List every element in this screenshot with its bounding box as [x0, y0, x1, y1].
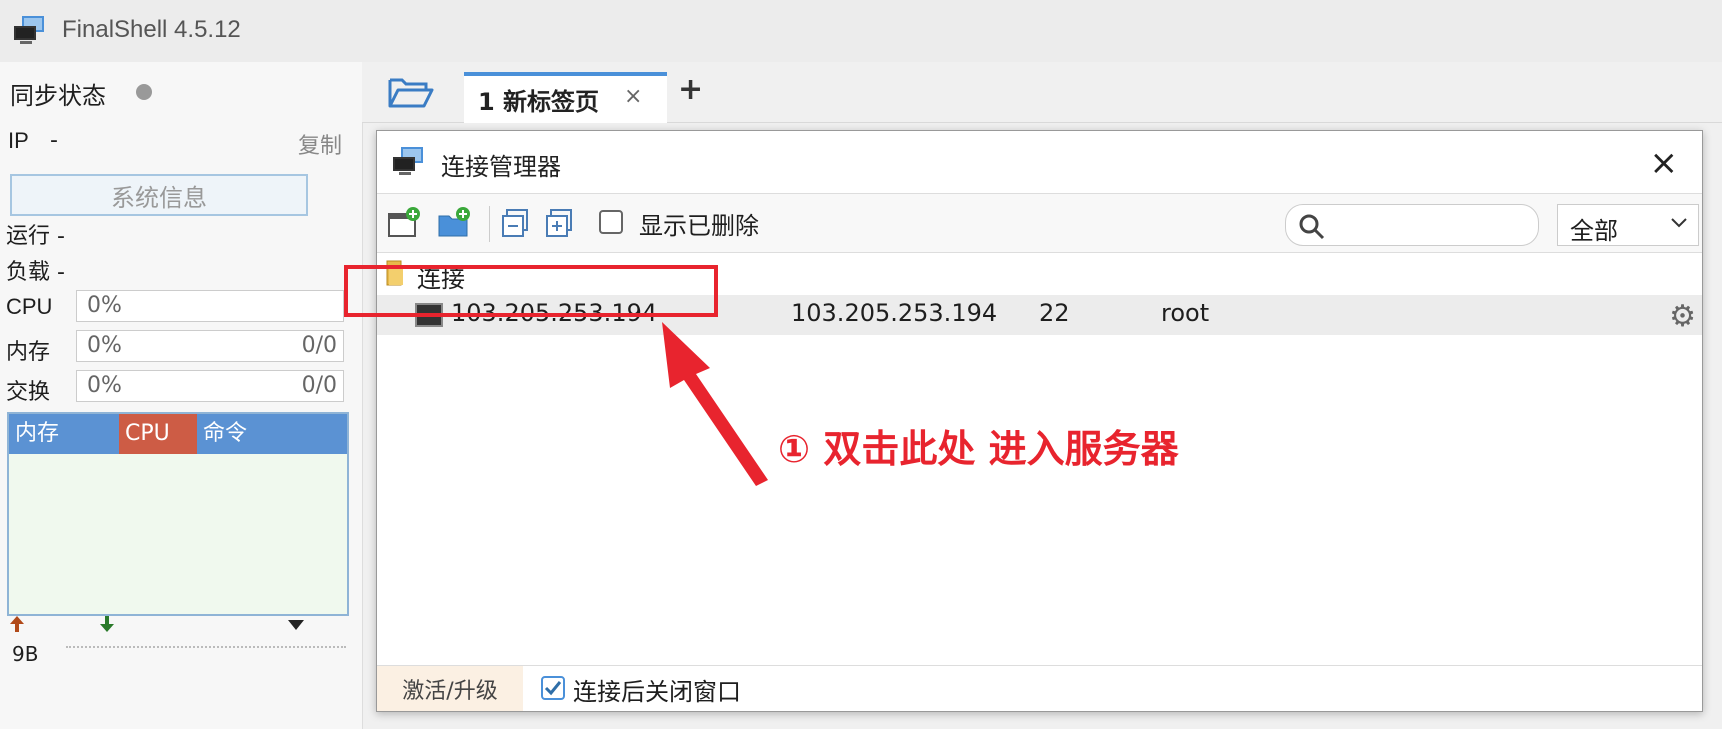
search-icon — [1299, 214, 1325, 240]
memory-percent: 0% — [87, 333, 122, 358]
download-arrow-icon — [100, 616, 114, 632]
filter-select-value: 全部 — [1570, 217, 1618, 245]
filter-select[interactable]: 全部 — [1557, 204, 1699, 246]
close-after-connect-label: 连接后关闭窗口 — [573, 678, 741, 706]
cpu-percent: 0% — [87, 293, 122, 318]
ip-value: - — [50, 128, 58, 153]
title-bar: FinalShell 4.5.12 — [0, 0, 1722, 62]
ip-label: IP — [8, 128, 29, 153]
app-title: FinalShell 4.5.12 — [62, 16, 241, 43]
dialog-toolbar: 显示已删除 全部 — [377, 193, 1702, 253]
upload-arrow-icon — [10, 616, 24, 632]
monitor-tab-memory[interactable]: 内存 — [9, 414, 119, 454]
connection-port: 22 — [1039, 299, 1070, 327]
dialog-title-bar: 连接管理器 × — [377, 131, 1702, 193]
cpu-meter: 0% — [76, 290, 344, 322]
swap-label: 交换 — [6, 380, 51, 405]
activate-upgrade-button[interactable]: 激活/升级 — [377, 666, 523, 711]
close-after-connect-checkbox[interactable] — [541, 676, 565, 700]
swap-meter: 0% 0/0 — [76, 370, 344, 402]
dialog-title: 连接管理器 — [441, 153, 561, 181]
memory-meter: 0% 0/0 — [76, 330, 344, 362]
new-folder-icon[interactable] — [437, 206, 471, 240]
memory-label: 内存 — [6, 340, 51, 365]
toolbar-separator — [489, 206, 490, 242]
run-label: 运行 - — [6, 224, 65, 249]
system-info-button[interactable]: 系统信息 — [10, 174, 308, 216]
tab-close-icon[interactable]: × — [624, 84, 642, 109]
annotation-highlight-box — [344, 265, 718, 317]
sync-status-label: 同步状态 — [10, 82, 106, 110]
chevron-down-icon — [1671, 218, 1687, 228]
connection-user: root — [1161, 299, 1210, 327]
collapse-all-icon[interactable] — [499, 206, 533, 240]
monitor-panel: 内存 CPU 命令 — [7, 412, 349, 616]
dialog-status-bar: 激活/升级 连接后关闭窗口 — [377, 665, 1702, 711]
show-deleted-label: 显示已删除 — [639, 212, 759, 240]
gear-icon[interactable]: ⚙ — [1669, 299, 1696, 334]
tab-label: 1 新标签页 — [478, 88, 600, 116]
dialog-close-icon[interactable]: × — [1650, 143, 1679, 183]
tab-new[interactable]: 1 新标签页 × — [464, 72, 667, 123]
swap-percent: 0% — [87, 373, 122, 398]
expand-all-icon[interactable] — [543, 206, 577, 240]
annotation-text: ① 双击此处 进入服务器 — [778, 427, 1179, 471]
dialog-app-icon — [393, 147, 423, 175]
copy-ip-button[interactable]: 复制 — [298, 128, 342, 160]
cpu-label: CPU — [6, 294, 53, 319]
memory-value: 0/0 — [301, 333, 337, 358]
monitor-tab-cpu[interactable]: CPU — [119, 414, 197, 454]
session-tab-bar: 1 新标签页 × + — [362, 62, 1722, 123]
show-deleted-checkbox[interactable] — [599, 210, 623, 234]
monitor-tab-command[interactable]: 命令 — [197, 414, 347, 454]
load-label: 负载 - — [6, 260, 65, 285]
connection-host: 103.205.253.194 — [791, 299, 998, 327]
new-connection-icon[interactable] — [387, 206, 421, 240]
search-input[interactable] — [1285, 204, 1539, 246]
swap-value: 0/0 — [301, 373, 337, 398]
net-graph-baseline — [66, 646, 346, 648]
left-panel: 同步状态 IP - 复制 系统信息 运行 - 负载 - CPU 0% 内存 0%… — [0, 62, 363, 729]
add-tab-button[interactable]: + — [678, 72, 703, 107]
net-speed-value: 9B — [12, 642, 39, 666]
sync-status-dot — [136, 84, 152, 100]
net-dropdown-icon[interactable] — [286, 618, 306, 632]
open-folder-icon[interactable] — [386, 70, 436, 114]
annotation-arrow-icon — [662, 322, 768, 486]
checkmark-icon — [544, 681, 562, 696]
app-logo-icon — [14, 16, 44, 44]
monitor-tabs: 内存 CPU 命令 — [9, 414, 347, 454]
